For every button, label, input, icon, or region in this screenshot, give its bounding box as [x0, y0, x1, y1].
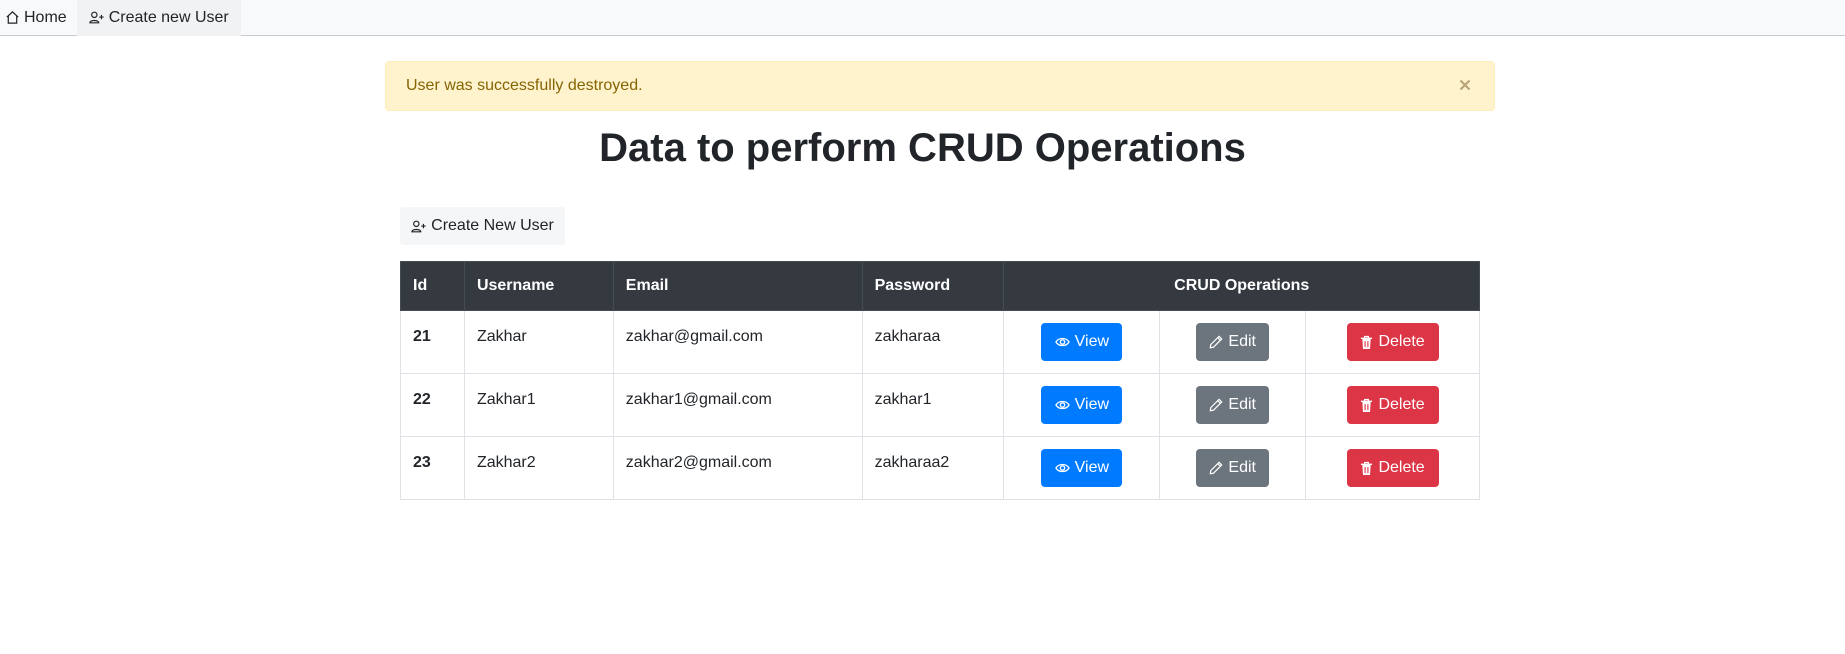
cell-password: zakharaa — [861, 310, 1005, 374]
cell-delete: Delete — [1305, 436, 1480, 500]
edit-button[interactable]: Edit — [1196, 323, 1270, 361]
cell-username: Zakhar2 — [463, 436, 614, 500]
pencil-icon — [1209, 335, 1223, 349]
cell-id: 22 — [400, 373, 465, 437]
edit-button-label: Edit — [1228, 396, 1256, 413]
cell-edit: Edit — [1159, 310, 1307, 374]
view-button-label: View — [1074, 459, 1110, 476]
edit-button-label: Edit — [1228, 333, 1256, 350]
cell-email: zakhar1@gmail.com — [612, 373, 863, 437]
view-button-label: View — [1074, 333, 1110, 350]
header-username: Username — [463, 261, 614, 311]
nav-home-link[interactable]: Home — [0, 0, 77, 36]
cell-email: zakhar@gmail.com — [612, 310, 863, 374]
edit-button[interactable]: Edit — [1196, 386, 1270, 424]
delete-button[interactable]: Delete — [1346, 323, 1439, 361]
create-new-user-button[interactable]: Create New User — [400, 207, 565, 245]
header-password: Password — [861, 261, 1005, 311]
cell-delete: Delete — [1305, 373, 1480, 437]
cell-edit: Edit — [1159, 373, 1307, 437]
trash-icon — [1361, 398, 1373, 412]
delete-button-label: Delete — [1378, 333, 1425, 350]
table-row: 22 Zakhar1 zakhar1@gmail.com zakhar1 Vie… — [400, 373, 1480, 437]
person-plus-icon — [411, 220, 426, 232]
cell-password: zakharaa2 — [861, 436, 1005, 500]
cell-username: Zakhar1 — [463, 373, 614, 437]
header-email: Email — [612, 261, 863, 311]
trash-icon — [1361, 335, 1373, 349]
nav-home-label: Home — [24, 8, 67, 26]
delete-button-label: Delete — [1378, 459, 1425, 476]
cell-email: zakhar2@gmail.com — [612, 436, 863, 500]
view-button[interactable]: View — [1041, 449, 1123, 487]
cell-delete: Delete — [1305, 310, 1480, 374]
cell-edit: Edit — [1159, 436, 1307, 500]
edit-button[interactable]: Edit — [1196, 449, 1270, 487]
cell-id: 21 — [400, 310, 465, 374]
create-new-user-label: Create New User — [431, 217, 554, 234]
home-icon — [6, 11, 19, 24]
top-navbar: Home Create new User — [0, 0, 1845, 36]
header-crud-operations: CRUD Operations — [1003, 261, 1480, 311]
person-plus-icon — [88, 11, 104, 24]
table-header-row: Id Username Email Password CRUD Operatio… — [400, 261, 1480, 311]
trash-icon — [1361, 461, 1373, 475]
alert-close-button[interactable] — [1454, 74, 1476, 96]
edit-button-label: Edit — [1228, 459, 1256, 476]
success-alert: User was successfully destroyed. — [385, 61, 1495, 111]
delete-button[interactable]: Delete — [1346, 386, 1439, 424]
view-button[interactable]: View — [1041, 386, 1123, 424]
delete-button[interactable]: Delete — [1346, 449, 1439, 487]
pencil-icon — [1209, 461, 1223, 475]
close-icon — [1459, 79, 1471, 91]
table-row: 21 Zakhar zakhar@gmail.com zakharaa View… — [400, 310, 1480, 374]
header-id: Id — [400, 261, 465, 311]
alert-message: User was successfully destroyed. — [406, 77, 643, 94]
table-row: 23 Zakhar2 zakhar2@gmail.com zakharaa2 V… — [400, 436, 1480, 500]
cell-view: View — [1003, 310, 1161, 374]
cell-view: View — [1003, 373, 1161, 437]
pencil-icon — [1209, 398, 1223, 412]
nav-create-user-label: Create new User — [108, 8, 229, 26]
cell-username: Zakhar — [463, 310, 614, 374]
users-table: Id Username Email Password CRUD Operatio… — [400, 261, 1480, 500]
eye-icon — [1054, 463, 1070, 473]
cell-id: 23 — [400, 436, 465, 500]
delete-button-label: Delete — [1378, 396, 1425, 413]
eye-icon — [1054, 337, 1070, 347]
eye-icon — [1054, 400, 1070, 410]
cell-password: zakhar1 — [861, 373, 1005, 437]
nav-create-user-link[interactable]: Create new User — [76, 0, 241, 36]
view-button-label: View — [1074, 396, 1110, 413]
page-title: Data to perform CRUD Operations — [599, 126, 1246, 170]
view-button[interactable]: View — [1041, 323, 1123, 361]
cell-view: View — [1003, 436, 1161, 500]
